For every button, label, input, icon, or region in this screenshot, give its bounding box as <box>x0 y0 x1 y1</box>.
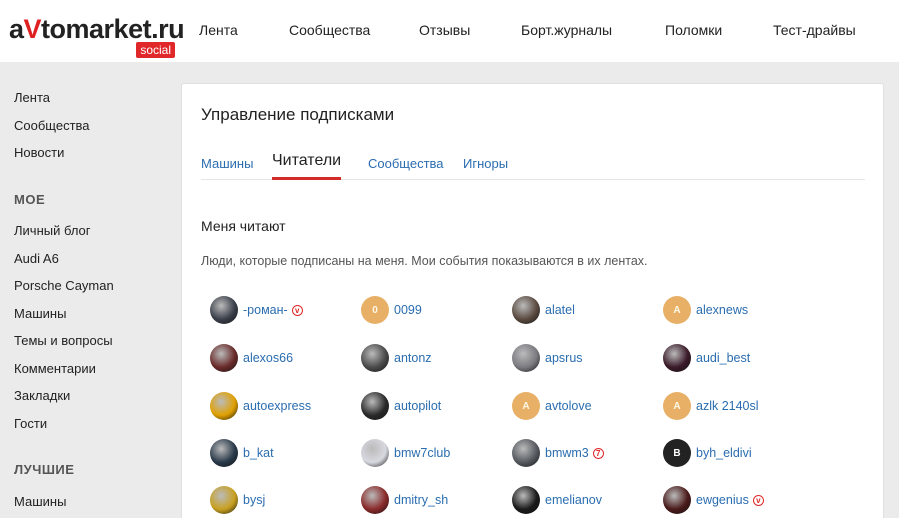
follower-item[interactable]: b_kat <box>210 437 274 469</box>
user-status-badge: 7 <box>592 447 604 459</box>
topnav-logbooks[interactable]: Борт.журналы <box>521 22 612 38</box>
page-title: Управление подписками <box>201 105 395 124</box>
tab-ignores[interactable]: Игноры <box>463 156 508 171</box>
follower-username[interactable]: bmwm3 <box>545 446 589 460</box>
follower-username[interactable]: emelianov <box>545 493 602 507</box>
avatar[interactable] <box>361 439 389 467</box>
sidebar-item-topics[interactable]: Темы и вопросы <box>14 333 113 348</box>
avatar[interactable] <box>663 344 691 372</box>
follower-item[interactable]: autopilot <box>361 390 441 422</box>
sidebar-item-guests[interactable]: Гости <box>14 416 47 431</box>
follower-item[interactable]: 0 0099 <box>361 294 422 326</box>
avatar[interactable] <box>210 344 238 372</box>
follower-username[interactable]: avtolove <box>545 399 592 413</box>
sidebar-item-cars[interactable]: Машины <box>14 306 66 321</box>
logo-social-badge: social <box>136 42 175 58</box>
follower-username[interactable]: byh_eldivi <box>696 446 752 460</box>
follower-username[interactable]: autopilot <box>394 399 441 413</box>
section-description: Люди, которые подписаны на меня. Мои соб… <box>201 254 648 268</box>
avatar[interactable] <box>210 296 238 324</box>
follower-username[interactable]: dmitry_sh <box>394 493 448 507</box>
follower-item[interactable]: dmitry_sh <box>361 484 448 516</box>
follower-item[interactable]: Bbyh_eldivi <box>663 437 752 469</box>
tab-readers[interactable]: Читатели <box>272 152 342 180</box>
sidebar-item-blog[interactable]: Личный блог <box>14 223 91 238</box>
follower-username[interactable]: alexnews <box>696 303 748 317</box>
follower-username[interactable]: apsrus <box>545 351 583 365</box>
user-status-badge: v <box>291 304 303 316</box>
topnav-communities[interactable]: Сообщества <box>289 22 370 38</box>
follower-item[interactable]: alatel <box>512 294 575 326</box>
follower-item[interactable]: apsrus <box>512 342 583 374</box>
follower-item[interactable]: -роман-v <box>210 294 303 326</box>
follower-username[interactable]: azlk 2140sl <box>696 399 759 413</box>
sidebar-item-communities[interactable]: Сообщества <box>14 118 90 133</box>
follower-username[interactable]: 0099 <box>394 303 422 317</box>
topnav-reviews[interactable]: Отзывы <box>419 22 470 38</box>
user-status-badge: v <box>752 494 764 506</box>
top-navigation: Лента Сообщества Отзывы Борт.журналы Пол… <box>180 0 899 62</box>
follower-item[interactable]: bysj <box>210 484 265 516</box>
avatar[interactable] <box>361 486 389 514</box>
follower-item[interactable]: bmw7club <box>361 437 450 469</box>
sidebar-item-comments[interactable]: Комментарии <box>14 361 96 376</box>
subscription-tabs: Машины Читатели Сообщества Игноры <box>201 146 865 180</box>
avatar[interactable]: A <box>663 296 691 324</box>
follower-item[interactable]: antonz <box>361 342 432 374</box>
logo-wordmark: aVtomarket.ru <box>9 14 185 44</box>
follower-item[interactable]: bmwm3 7 <box>512 437 604 469</box>
avatar[interactable] <box>210 392 238 420</box>
follower-username[interactable]: bmw7club <box>394 446 450 460</box>
tab-cars[interactable]: Машины <box>201 156 253 171</box>
topnav-breakdowns[interactable]: Поломки <box>665 22 722 38</box>
avatar[interactable]: 0 <box>361 296 389 324</box>
avatar[interactable] <box>512 486 540 514</box>
sidebar-item-best-cars[interactable]: Машины <box>14 494 66 509</box>
follower-username[interactable]: antonz <box>394 351 432 365</box>
follower-item[interactable]: Aavtolove <box>512 390 592 422</box>
avatar[interactable]: A <box>512 392 540 420</box>
follower-item[interactable]: ewgenius v <box>663 484 764 516</box>
follower-username[interactable]: audi_best <box>696 351 750 365</box>
sidebar-item-audi-a6[interactable]: Audi A6 <box>14 251 59 266</box>
follower-item[interactable]: audi_best <box>663 342 750 374</box>
follower-username[interactable]: alexos66 <box>243 351 293 365</box>
subscriptions-card: Управление подписками Машины Читатели Со… <box>181 83 884 518</box>
avatar[interactable] <box>210 439 238 467</box>
avatar[interactable] <box>512 439 540 467</box>
follower-username[interactable]: ewgenius <box>696 493 749 507</box>
follower-username[interactable]: autoexpress <box>243 399 311 413</box>
avatar[interactable] <box>210 486 238 514</box>
follower-username[interactable]: bysj <box>243 493 265 507</box>
avatar[interactable] <box>512 344 540 372</box>
sidebar-item-bookmarks[interactable]: Закладки <box>14 388 70 403</box>
follower-username[interactable]: b_kat <box>243 446 274 460</box>
section-title: Меня читают <box>201 218 286 234</box>
topnav-testdrives[interactable]: Тест-драйвы <box>773 22 856 38</box>
follower-username[interactable]: alatel <box>545 303 575 317</box>
avatar[interactable] <box>361 392 389 420</box>
site-logo[interactable]: aVtomarket.ru social <box>9 14 185 60</box>
avatar[interactable]: A <box>663 392 691 420</box>
sidebar-item-news[interactable]: Новости <box>14 145 64 160</box>
sidebar-section-best: ЛУЧШИЕ <box>14 462 75 477</box>
sidebar-item-feed[interactable]: Лента <box>14 90 50 105</box>
sidebar: Лента Сообщества Новости МОЕ Личный блог… <box>0 62 180 518</box>
sidebar-section-mine: МОЕ <box>14 192 46 207</box>
site-header: aVtomarket.ru social Лента Сообщества От… <box>0 0 899 62</box>
tab-communities[interactable]: Сообщества <box>368 156 444 171</box>
follower-item[interactable]: Aazlk 2140sl <box>663 390 759 422</box>
follower-item[interactable]: autoexpress <box>210 390 311 422</box>
avatar[interactable] <box>663 486 691 514</box>
follower-item[interactable]: Aalexnews <box>663 294 748 326</box>
avatar[interactable] <box>512 296 540 324</box>
topnav-feed[interactable]: Лента <box>199 22 238 38</box>
avatar[interactable]: B <box>663 439 691 467</box>
follower-item[interactable]: emelianov <box>512 484 602 516</box>
avatar[interactable] <box>361 344 389 372</box>
sidebar-item-porsche-cayman[interactable]: Porsche Cayman <box>14 278 114 293</box>
follower-item[interactable]: alexos66 <box>210 342 293 374</box>
follower-username[interactable]: -роман- <box>243 303 288 317</box>
